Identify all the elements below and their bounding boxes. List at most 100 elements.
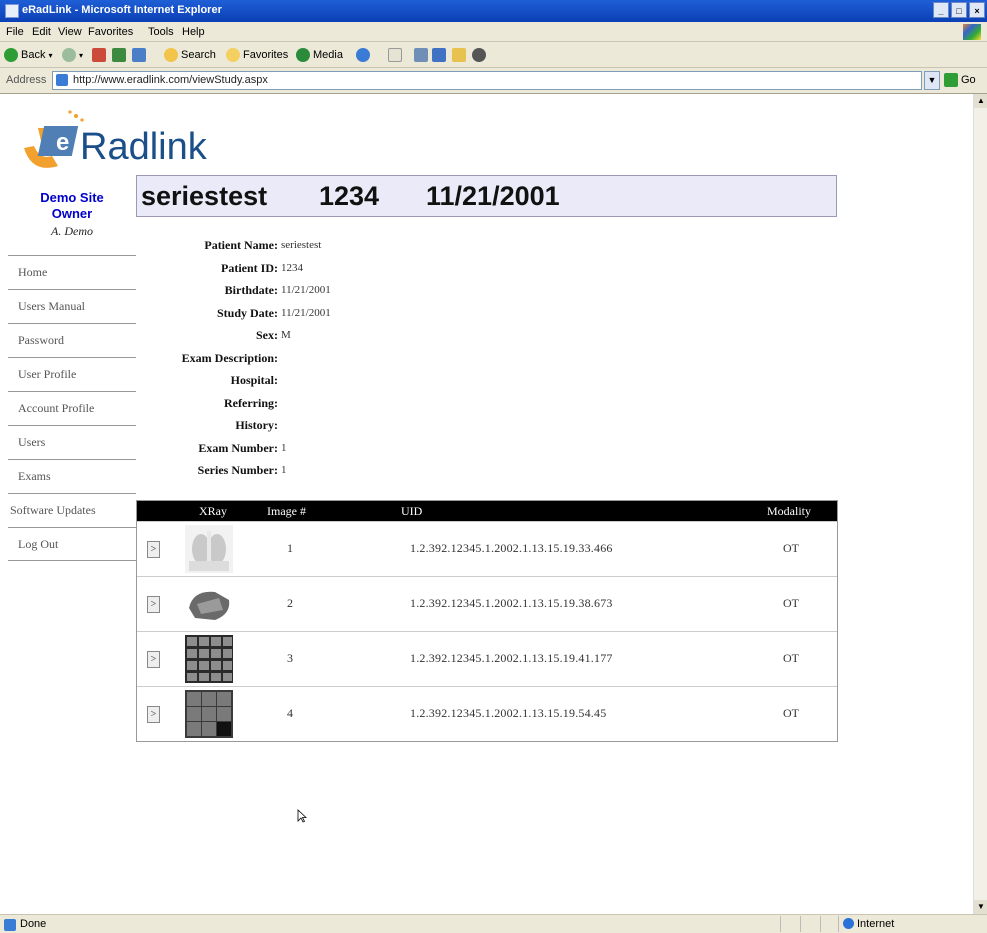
home-button[interactable] (132, 46, 146, 64)
image-uid: 1.2.392.12345.1.2002.1.13.15.19.33.466 (410, 541, 613, 555)
history-icon (356, 48, 370, 62)
hospital-label: Hospital: (230, 373, 278, 387)
view-image-button[interactable]: > (147, 541, 160, 558)
messenger-button[interactable] (472, 46, 486, 64)
view-image-button[interactable]: > (147, 596, 160, 613)
table-header: XRay Image # UID Modality (137, 501, 837, 521)
col-modality: Modality (767, 504, 811, 518)
nav-password[interactable]: Password (8, 323, 136, 357)
table-row[interactable]: > 1 1.2.392.12345.1.2002.1.13.15.19.33.4… (137, 521, 837, 576)
nav-exams[interactable]: Exams (8, 459, 136, 493)
scroll-up-icon[interactable]: ▲ (974, 94, 987, 108)
nav-account-profile[interactable]: Account Profile (8, 391, 136, 425)
study-date: 11/21/2001 (426, 181, 560, 211)
media-button[interactable]: Media (296, 46, 343, 64)
search-icon (164, 48, 178, 62)
radlink-logo: e Radlink (18, 108, 218, 178)
favorites-star-icon (226, 48, 240, 62)
menu-view[interactable]: View (58, 26, 82, 38)
menu-favorites[interactable]: Favorites (88, 26, 133, 38)
stop-button[interactable] (92, 46, 106, 64)
status-bar: Done Internet (0, 914, 987, 933)
image-uid: 1.2.392.12345.1.2002.1.13.15.19.54.45 (410, 706, 607, 720)
refresh-button[interactable] (112, 46, 126, 64)
patient-id-value: 1234 (281, 261, 303, 274)
image-uid: 1.2.392.12345.1.2002.1.13.15.19.38.673 (410, 596, 613, 610)
col-xray: XRay (199, 504, 227, 518)
mail-button[interactable] (388, 46, 402, 64)
nav-log-out[interactable]: Log Out (8, 527, 136, 561)
media-icon (296, 48, 310, 62)
view-image-button[interactable]: > (147, 706, 160, 723)
go-label: Go (961, 74, 976, 86)
status-segment (800, 916, 818, 932)
image-modality: OT (783, 651, 799, 665)
page-icon (56, 74, 68, 86)
window-title: eRadLink - Microsoft Internet Explorer (22, 4, 222, 16)
close-button[interactable]: × (969, 2, 985, 18)
nav-users-manual[interactable]: Users Manual (8, 289, 136, 323)
menu-file[interactable]: File (6, 26, 24, 38)
series-number-value: 1 (281, 464, 287, 476)
address-dropdown-button[interactable]: ▼ (924, 71, 940, 90)
nav-user-profile[interactable]: User Profile (8, 357, 136, 391)
status-segment (780, 916, 798, 932)
folder-button[interactable] (452, 46, 466, 64)
back-button[interactable]: Back ▾ (4, 46, 52, 64)
favorites-button[interactable]: Favorites (226, 46, 288, 64)
study-date-label: Study Date: (216, 305, 278, 320)
xray-thumbnail[interactable] (185, 525, 233, 573)
view-image-button[interactable]: > (147, 651, 160, 668)
forward-button[interactable]: ▾ (62, 46, 83, 64)
zone-label: Internet (857, 918, 895, 930)
user-name: A. Demo (51, 224, 93, 238)
edit-button[interactable] (432, 46, 446, 64)
maximize-button[interactable]: □ (951, 2, 967, 18)
vertical-scrollbar[interactable]: ▲ ▼ (973, 94, 987, 914)
col-image-number: Image # (267, 504, 306, 518)
minimize-button[interactable]: _ (933, 2, 949, 18)
security-zone: Internet (838, 916, 968, 932)
home-icon (132, 48, 146, 62)
menu-tools[interactable]: Tools (148, 26, 174, 38)
toolbar: Back ▾ ▾ Search Favorites Media (0, 42, 987, 68)
xray-thumbnail[interactable] (185, 690, 233, 738)
menu-help[interactable]: Help (182, 26, 205, 38)
table-row[interactable]: > 3 1.2.392.12345.1.2002.1.13.15.19.41.1… (137, 631, 837, 686)
nav-users[interactable]: Users (8, 425, 136, 459)
image-number: 1 (287, 541, 293, 555)
patient-name-value: seriestest (281, 239, 322, 251)
print-button[interactable] (414, 46, 428, 64)
table-row[interactable]: > 4 1.2.392.12345.1.2002.1.13.15.19.54.4… (137, 686, 837, 741)
sex-label: Sex: (256, 328, 278, 342)
history-button[interactable] (356, 46, 370, 64)
mail-icon (388, 48, 402, 62)
image-number: 4 (287, 706, 293, 720)
patient-name-label: Patient Name: (204, 238, 278, 252)
table-row[interactable]: > 2 1.2.392.12345.1.2002.1.13.15.19.38.6… (137, 576, 837, 631)
logo-badge: e (56, 129, 69, 156)
status-segment (820, 916, 838, 932)
menu-edit[interactable]: Edit (32, 26, 51, 38)
go-arrow-icon (944, 73, 958, 87)
nav-software-updates[interactable]: Software Updates (8, 493, 136, 527)
refresh-icon (112, 48, 126, 62)
xray-thumbnail[interactable] (185, 635, 233, 683)
status-text: Done (20, 918, 47, 930)
favorites-label: Favorites (243, 49, 289, 61)
xray-thumbnail[interactable] (185, 580, 233, 628)
user-info: Demo Site Owner A. Demo (8, 190, 136, 239)
address-label: Address (6, 74, 47, 86)
address-input[interactable]: http://www.eradlink.com/viewStudy.aspx (52, 71, 922, 90)
mouse-pointer-icon (297, 809, 307, 823)
exam-number-label: Exam Number: (198, 440, 278, 455)
exam-number-value: 1 (281, 441, 287, 454)
go-button[interactable]: Go (944, 73, 976, 87)
back-label: Back (21, 49, 46, 61)
scroll-down-icon[interactable]: ▼ (974, 900, 987, 914)
col-uid: UID (401, 504, 423, 518)
window-title-bar: eRadLink - Microsoft Internet Explorer _… (0, 0, 987, 22)
nav-home[interactable]: Home (8, 255, 136, 289)
search-button[interactable]: Search (164, 46, 216, 64)
site-name: Demo Site Owner (40, 190, 104, 221)
